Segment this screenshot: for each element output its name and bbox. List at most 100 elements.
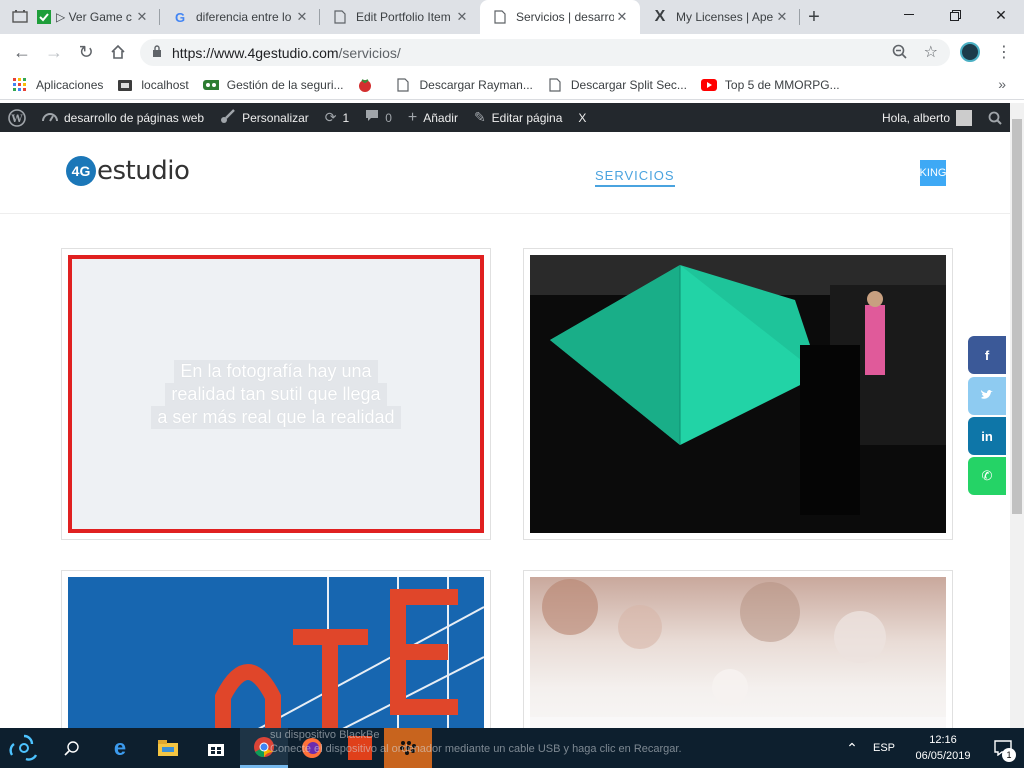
bookmark-top5[interactable]: Top 5 de MMORPG... bbox=[700, 77, 840, 93]
close-tab-icon[interactable]: ✕ bbox=[614, 9, 630, 25]
bookmark-gestion[interactable]: Gestión de la seguri... bbox=[202, 77, 343, 93]
url-host: https://www.4gestudio.com bbox=[172, 44, 339, 61]
nav-partial-item[interactable]: KING bbox=[920, 160, 946, 186]
minimize-button[interactable] bbox=[886, 0, 932, 30]
google-icon: G bbox=[174, 9, 186, 25]
bookmark-star-icon[interactable]: ☆ bbox=[924, 42, 938, 62]
toolbar: ← → ↻ https://www.4gestudio.com/servicio… bbox=[0, 34, 1024, 70]
umbrella-photo bbox=[530, 255, 946, 533]
close-tab-icon[interactable]: ✕ bbox=[454, 9, 470, 25]
portfolio-card-quote[interactable]: En la fotografía hay una realidad tan su… bbox=[61, 248, 491, 540]
share-whatsapp-button[interactable]: ✆ bbox=[968, 457, 1006, 495]
search-icon[interactable] bbox=[48, 728, 96, 768]
header-divider bbox=[0, 213, 1010, 214]
user-avatar-icon bbox=[956, 109, 972, 126]
file-explorer-icon[interactable] bbox=[144, 728, 192, 768]
share-facebook-button[interactable]: f bbox=[968, 336, 1006, 374]
youtube-icon bbox=[700, 77, 717, 93]
quote-line: realidad tan sutil que llega bbox=[165, 382, 387, 406]
lock-icon bbox=[152, 45, 162, 60]
system-tray: ⌃ ESP 12:16 06/05/2019 1 bbox=[840, 728, 1024, 768]
tab-google-search[interactable]: G diferencia entre lo ✕ bbox=[160, 0, 320, 34]
share-linkedin-button[interactable]: in bbox=[968, 417, 1006, 455]
new-tab-button[interactable]: + bbox=[800, 0, 828, 34]
store-icon[interactable] bbox=[192, 728, 240, 768]
site-logo[interactable]: 4G estudio bbox=[66, 156, 190, 186]
tab-servicios[interactable]: Servicios | desarro ✕ bbox=[480, 0, 640, 34]
quote-line: a ser más real que la realidad bbox=[151, 405, 401, 429]
hotel-sign-photo bbox=[68, 577, 484, 728]
start-button[interactable] bbox=[0, 728, 48, 768]
apps-grid-icon bbox=[12, 77, 28, 93]
scrollbar-thumb[interactable] bbox=[1012, 119, 1022, 514]
folder-icon bbox=[117, 77, 133, 93]
nav-servicios[interactable]: SERVICIOS bbox=[595, 168, 675, 187]
tab-title: diferencia entre lo bbox=[196, 10, 292, 24]
wp-customize[interactable]: Personalizar bbox=[212, 103, 317, 132]
tab-title: Edit Portfolio Item bbox=[356, 10, 451, 24]
portfolio-card-bokeh[interactable] bbox=[523, 570, 953, 728]
wp-my-account[interactable]: Hola, alberto bbox=[874, 103, 980, 132]
more-bookmarks-button[interactable]: » bbox=[998, 76, 1006, 92]
chevron-up-icon[interactable]: ⌃ bbox=[840, 740, 864, 757]
close-tab-icon[interactable]: ✕ bbox=[774, 9, 790, 25]
close-window-button[interactable]: ✕ bbox=[978, 0, 1024, 30]
tab-edit-portfolio[interactable]: Edit Portfolio Item ✕ bbox=[320, 0, 480, 34]
bookmark-localhost[interactable]: localhost bbox=[117, 77, 189, 93]
wp-x-item[interactable]: X bbox=[570, 103, 594, 132]
facebook-icon: f bbox=[984, 347, 990, 363]
profile-avatar[interactable] bbox=[960, 42, 980, 62]
bookmarks-bar: Aplicaciones localhost Gestión de la seg… bbox=[0, 70, 1024, 100]
back-button[interactable]: ← bbox=[6, 36, 38, 68]
whatsapp-icon: ✆ bbox=[981, 468, 993, 483]
edge-icon[interactable]: e bbox=[96, 728, 144, 768]
bokeh-photo bbox=[530, 577, 946, 728]
wp-admin-bar: W desarrollo de páginas web Personalizar… bbox=[0, 103, 1010, 132]
language-indicator[interactable]: ESP bbox=[864, 742, 904, 754]
checkbox-icon bbox=[36, 9, 52, 25]
wp-add-new[interactable]: + Añadir bbox=[400, 103, 466, 132]
tab-my-licenses[interactable]: X My Licenses | Ape ✕ bbox=[640, 0, 800, 34]
url-path: /servicios/ bbox=[338, 44, 401, 61]
menu-kebab-icon[interactable]: ⋮ bbox=[996, 42, 1012, 62]
logo-badge: 4G bbox=[66, 156, 96, 186]
bookmark-split-sec[interactable]: Descargar Split Sec... bbox=[547, 77, 687, 93]
plus-icon: + bbox=[407, 108, 418, 126]
portfolio-card-hotel[interactable] bbox=[61, 570, 491, 728]
clock[interactable]: 12:16 06/05/2019 bbox=[904, 732, 982, 764]
wp-comments[interactable]: 0 bbox=[357, 103, 400, 132]
bookmark-tomato[interactable] bbox=[357, 77, 381, 93]
home-button[interactable] bbox=[102, 36, 134, 68]
wp-logo-icon[interactable]: W bbox=[0, 103, 34, 132]
close-tab-icon[interactable]: ✕ bbox=[134, 9, 150, 25]
notification-count-badge: 1 bbox=[1002, 748, 1016, 762]
address-bar[interactable]: https://www.4gestudio.com/servicios/ ☆ bbox=[140, 39, 950, 66]
wp-updates[interactable]: ⟳ 1 bbox=[317, 103, 357, 132]
share-twitter-button[interactable] bbox=[968, 377, 1006, 415]
reload-button[interactable]: ↻ bbox=[70, 36, 102, 68]
bookmark-label: localhost bbox=[141, 77, 189, 92]
portfolio-card-umbrella[interactable] bbox=[523, 248, 953, 540]
toast-notification: su dispositivo BlackBe Conecte el dispos… bbox=[270, 729, 682, 755]
comment-icon bbox=[365, 109, 379, 126]
bookmark-rayman[interactable]: Descargar Rayman... bbox=[395, 77, 533, 93]
bookmark-label: Descargar Rayman... bbox=[419, 77, 533, 92]
zoom-icon[interactable] bbox=[892, 44, 908, 63]
close-tab-icon[interactable]: ✕ bbox=[294, 9, 310, 25]
tab-ver-game[interactable]: ▷ Ver Game c ✕ bbox=[0, 0, 160, 34]
bookmark-aplicaciones[interactable]: Aplicaciones bbox=[12, 77, 103, 93]
wp-edit-page[interactable]: ✎ Editar página bbox=[466, 103, 570, 132]
restore-button[interactable] bbox=[932, 0, 978, 30]
linkedin-icon: in bbox=[981, 428, 993, 444]
forward-button[interactable]: → bbox=[38, 36, 70, 68]
page-scrollbar[interactable] bbox=[1010, 103, 1024, 728]
film-icon bbox=[12, 9, 28, 25]
wp-search-icon[interactable] bbox=[980, 103, 1010, 132]
wp-site-name[interactable]: desarrollo de páginas web bbox=[34, 103, 212, 132]
document-icon bbox=[547, 77, 563, 93]
bookmark-label: Aplicaciones bbox=[36, 77, 104, 92]
quote-line: En la fotografía hay una bbox=[174, 359, 378, 383]
action-center-button[interactable]: 1 bbox=[982, 728, 1024, 768]
badge-icon bbox=[202, 77, 219, 93]
brush-icon bbox=[220, 108, 236, 127]
